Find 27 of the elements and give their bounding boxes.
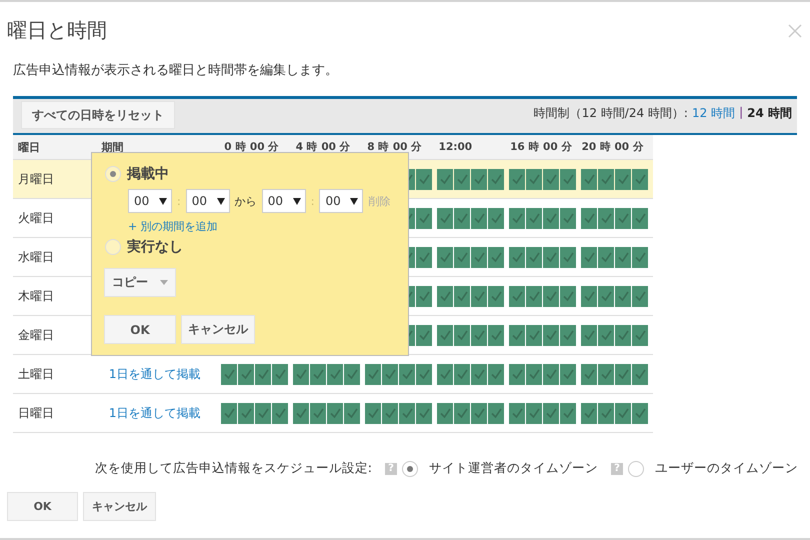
- hour-label: 12:00: [438, 141, 474, 153]
- day-label: 日曜日: [17, 404, 55, 422]
- option-label: 掲載中: [127, 165, 169, 183]
- day-label: 土曜日: [17, 366, 55, 382]
- hour-label: 16 時 00 分: [510, 140, 574, 154]
- hour-label: 8 時 00 分: [367, 140, 424, 154]
- separator: |: [739, 105, 744, 121]
- timezone-label: サイト運営者のタイムゾーン: [429, 460, 598, 477]
- description: 広告申込情報が表示される曜日と時間帯を編集します。: [13, 62, 339, 79]
- timezone-label: ユーザーのタイムゾーン: [655, 460, 798, 477]
- hour-label: 20 時 00 分: [582, 140, 645, 154]
- dialog-title: 曜日と時間: [7, 17, 107, 44]
- range-connector: から: [234, 194, 257, 208]
- day-label: 月曜日: [17, 170, 55, 188]
- time-separator: :: [310, 194, 314, 208]
- day-label: 木曜日: [17, 288, 55, 304]
- time-separator: :: [177, 194, 181, 208]
- hour-label: 4 時 00 分: [296, 140, 352, 154]
- column-header: 曜日: [17, 140, 41, 154]
- option-label: 実行なし: [127, 238, 183, 256]
- day-label: 水曜日: [17, 248, 55, 266]
- day-label: 火曜日: [17, 210, 55, 226]
- format-label: 時間制（12 時間/24 時間）:: [534, 105, 688, 122]
- hour-label: 0 時 00 分: [224, 140, 280, 154]
- day-label: 金曜日: [17, 326, 55, 344]
- column-header: 期間: [101, 140, 124, 154]
- schedule-label: 次を使用して広告申込情報をスケジュール設定:: [94, 460, 372, 477]
